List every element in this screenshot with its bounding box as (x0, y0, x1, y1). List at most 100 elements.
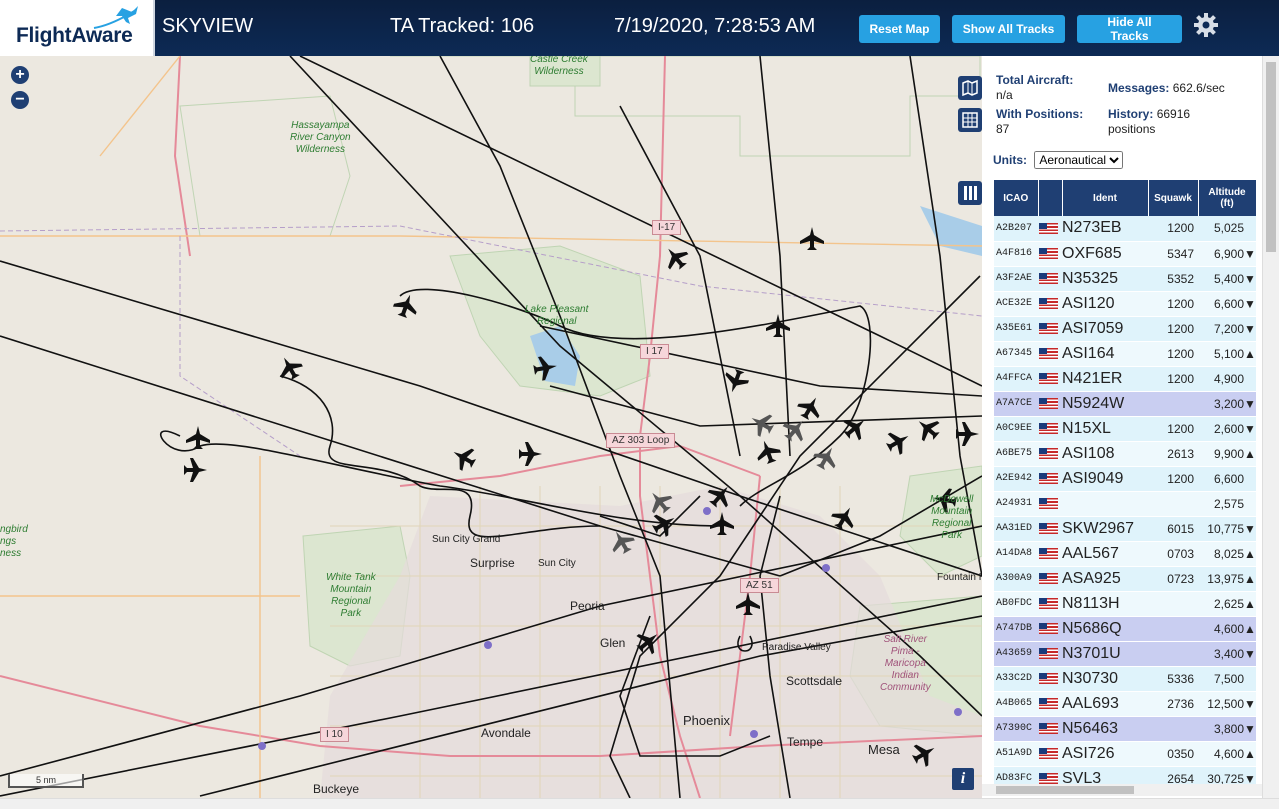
hide-all-tracks-button[interactable]: Hide All Tracks (1077, 15, 1182, 43)
logo-text: FlightAware (16, 24, 133, 47)
us-flag-icon (1039, 647, 1058, 659)
table-row[interactable]: A4FFCA N421ER 1200 4,900 (994, 366, 1256, 392)
col-ident-header[interactable]: Ident (1062, 180, 1149, 216)
show-all-tracks-button[interactable]: Show All Tracks (952, 15, 1065, 43)
aircraft-icon (885, 432, 909, 455)
us-flag-icon (1039, 447, 1058, 459)
us-flag-icon (1039, 322, 1058, 334)
squawk-cell: 5352 (1148, 266, 1198, 292)
castle-creek-label: Castle Creek Wilderness (530, 56, 588, 77)
table-row[interactable]: A2B207 N273EB 1200 5,025 (994, 216, 1256, 242)
table-row[interactable]: A300A9 ASA925 0723 13,975▲ (994, 566, 1256, 592)
col-flag-header[interactable] (1038, 180, 1063, 216)
squawk-cell: 2736 (1148, 691, 1198, 717)
altitude-trend-icon: ▼ (1244, 271, 1256, 286)
zoom-out-button[interactable]: − (11, 91, 29, 109)
table-row[interactable]: ACE32E ASI120 1200 6,600▼ (994, 291, 1256, 317)
altitude-cell: 2,625▲ (1198, 591, 1256, 617)
table-row[interactable]: A7390C N56463 3,800▼ (994, 716, 1256, 742)
altitude-cell: 9,900▲ (1198, 441, 1256, 467)
panel-horizontal-scrollbar[interactable] (982, 784, 1262, 796)
table-row[interactable]: A7A7CE N5924W 3,200▼ (994, 391, 1256, 417)
altitude-trend-icon: ▲ (1244, 346, 1256, 361)
ident-cell: N15XL (1062, 416, 1148, 442)
column-toggle-button[interactable] (958, 181, 982, 205)
col-squawk-header[interactable]: Squawk (1148, 180, 1199, 216)
table-row[interactable]: A43659 N3701U 3,400▼ (994, 641, 1256, 667)
hummingbird-label: ngbird ngs ness (0, 524, 28, 559)
units-select[interactable]: Aeronautical (1034, 151, 1124, 169)
altitude-cell: 10,775▼ (1198, 516, 1256, 542)
altitude-value: 5,025 (1213, 221, 1244, 236)
altitude-cell: 12,500▼ (1198, 691, 1256, 717)
table-row[interactable]: A33C2D N30730 5336 7,500 (994, 666, 1256, 692)
table-row[interactable]: AD83FC SVL3 2654 30,725▼ (994, 766, 1256, 784)
altitude-value: 2,575 (1213, 496, 1244, 511)
reset-map-button[interactable]: Reset Map (859, 15, 940, 43)
icao-cell: A300A9 (994, 566, 1038, 592)
zoom-in-button[interactable]: + (11, 66, 29, 84)
us-flag-icon (1039, 247, 1058, 259)
panel-hscroll-thumb[interactable] (996, 786, 1134, 794)
table-row[interactable]: A3F2AE N35325 5352 5,400▼ (994, 266, 1256, 292)
flightaware-logo[interactable]: FlightAware (0, 0, 155, 56)
altitude-value: 6,600 (1213, 296, 1244, 311)
altitude-trend-icon: ▼ (1244, 246, 1256, 261)
lake-pleasant-label: Lake Pleasant Regional (525, 304, 589, 327)
scottsdale-label: Scottsdale (786, 674, 843, 688)
ident-cell: N35325 (1062, 266, 1148, 292)
table-row[interactable]: A67345 ASI164 1200 5,100▲ (994, 341, 1256, 367)
flag-cell (1038, 291, 1062, 317)
table-row[interactable]: A6BE75 ASI108 2613 9,900▲ (994, 441, 1256, 467)
icao-cell: A4B065 (994, 691, 1038, 717)
gear-icon[interactable] (1193, 12, 1219, 38)
flag-cell (1038, 716, 1062, 742)
flag-cell (1038, 616, 1062, 642)
table-row[interactable]: AB0FDC N8113H 2,625▲ (994, 591, 1256, 617)
col-icao-header[interactable]: ICAO (994, 180, 1039, 216)
aircraft-table-container: ICAO Ident Squawk Altitude (ft) A2B207 N2… (994, 180, 1256, 784)
icao-cell: A24931 (994, 491, 1038, 517)
az51-shield: AZ 51 (740, 578, 779, 593)
icao-cell: A33C2D (994, 666, 1038, 692)
flag-cell (1038, 666, 1062, 692)
phoenix-label: Phoenix (683, 713, 730, 728)
map-layers-button[interactable] (958, 76, 982, 100)
icao-cell: A4FFCA (994, 366, 1038, 392)
ident-cell: ASI108 (1062, 441, 1148, 467)
table-row[interactable]: A2E942 ASI9049 1200 6,600 (994, 466, 1256, 492)
icao-cell: A3F2AE (994, 266, 1038, 292)
icao-cell: A2E942 (994, 466, 1038, 492)
aircraft-icon (184, 458, 207, 482)
altitude-cell: 5,025 (1198, 216, 1256, 242)
table-row[interactable]: A24931 2,575 (994, 491, 1256, 517)
squawk-cell: 0350 (1148, 741, 1198, 767)
aircraft-icon (831, 507, 854, 531)
col-altitude-header[interactable]: Altitude (ft) (1198, 180, 1256, 216)
icao-cell: A7390C (994, 716, 1038, 742)
info-button[interactable]: i (952, 768, 974, 790)
table-toggle-button[interactable] (958, 108, 982, 132)
flag-cell (1038, 366, 1062, 392)
table-row[interactable]: A14DA8 AAL567 0703 8,025▲ (994, 541, 1256, 567)
glendale-label: Glen (600, 636, 626, 650)
table-row[interactable]: A0C9EE N15XL 1200 2,600▼ (994, 416, 1256, 442)
table-row[interactable]: A747DB N5686Q 4,600▲ (994, 616, 1256, 642)
map-view[interactable]: Castle Creek Wilderness Hassayampa River… (0, 56, 982, 798)
vscroll-thumb[interactable] (1266, 62, 1276, 252)
altitude-cell: 7,500 (1198, 666, 1256, 692)
squawk-cell: 1200 (1148, 366, 1198, 392)
columns-icon (964, 186, 977, 200)
flag-cell (1038, 741, 1062, 767)
panel-vertical-scrollbar[interactable] (1262, 56, 1279, 798)
page-horizontal-scrollbar[interactable] (0, 798, 1279, 809)
us-flag-icon (1039, 472, 1058, 484)
table-row[interactable]: A4F816 OXF685 5347 6,900▼ (994, 241, 1256, 267)
squawk-cell (1148, 641, 1198, 667)
table-row[interactable]: A4B065 AAL693 2736 12,500▼ (994, 691, 1256, 717)
table-row[interactable]: A51A9D ASI726 0350 4,600▲ (994, 741, 1256, 767)
squawk-cell (1148, 491, 1198, 517)
table-row[interactable]: AA31ED SKW2967 6015 10,775▼ (994, 516, 1256, 542)
clock: 7/19/2020, 7:28:53 AM (614, 15, 816, 37)
table-row[interactable]: A35E61 ASI7059 1200 7,200▼ (994, 316, 1256, 342)
